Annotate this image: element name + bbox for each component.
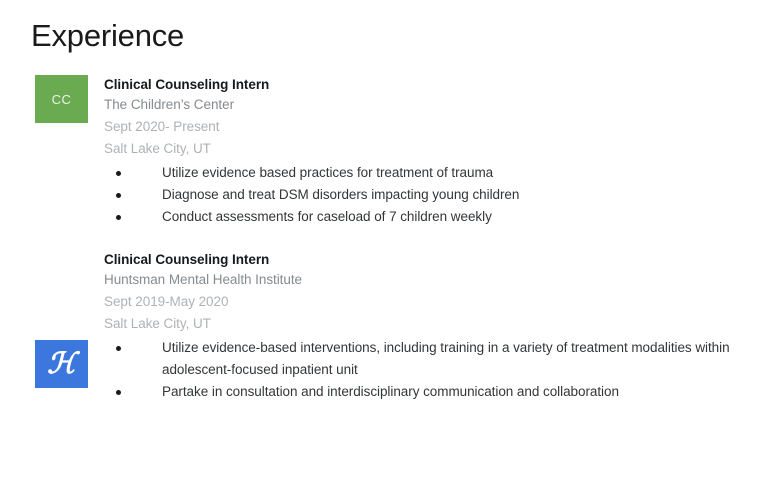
experience-slide: Experience CC Clinical Counseling Intern… [0,0,768,500]
bullet-text: Partake in consultation and interdiscipl… [162,384,619,399]
huntsman-logo: ℋ [35,340,88,388]
bullet-dot-icon [116,346,121,351]
job-organization: Huntsman Mental Health Institute [104,272,302,287]
job-dates: Sept 2020- Present [104,119,220,134]
bullet-dot-icon [116,390,121,395]
bullet-text: Conduct assessments for caseload of 7 ch… [162,209,492,224]
job-bullet-list: Utilize evidence based practices for tre… [104,162,748,228]
page-title: Experience [31,18,185,53]
bullet-dot-icon [116,193,121,198]
job-location: Salt Lake City, UT [104,316,211,331]
job-dates: Sept 2019-May 2020 [104,294,229,309]
list-item: Diagnose and treat DSM disorders impacti… [104,184,748,206]
job-location: Salt Lake City, UT [104,141,211,156]
childrens-center-logo: CC [35,75,88,123]
job-title: Clinical Counseling Intern [104,77,270,92]
bullet-text: Utilize evidence based practices for tre… [162,165,494,180]
bullet-text: Diagnose and treat DSM disorders impacti… [162,187,520,202]
bullet-text: Utilize evidence-based interventions, in… [162,340,730,377]
job-title: Clinical Counseling Intern [104,252,270,267]
entry-body: Clinical Counseling Intern The Children’… [104,75,748,228]
bullet-dot-icon [116,215,121,220]
list-item: Utilize evidence based practices for tre… [104,162,748,184]
list-item: Utilize evidence-based interventions, in… [104,337,736,381]
bullet-dot-icon [116,171,121,176]
logo-initials-label: CC [51,91,72,107]
list-item: Partake in consultation and interdiscipl… [104,381,736,403]
job-bullet-list: Utilize evidence-based interventions, in… [104,337,736,403]
job-organization: The Children’s Center [104,97,235,112]
list-item: Conduct assessments for caseload of 7 ch… [104,206,748,228]
logo-monogram-label: ℋ [47,345,76,380]
entry-body: Clinical Counseling Intern Huntsman Ment… [104,250,748,403]
